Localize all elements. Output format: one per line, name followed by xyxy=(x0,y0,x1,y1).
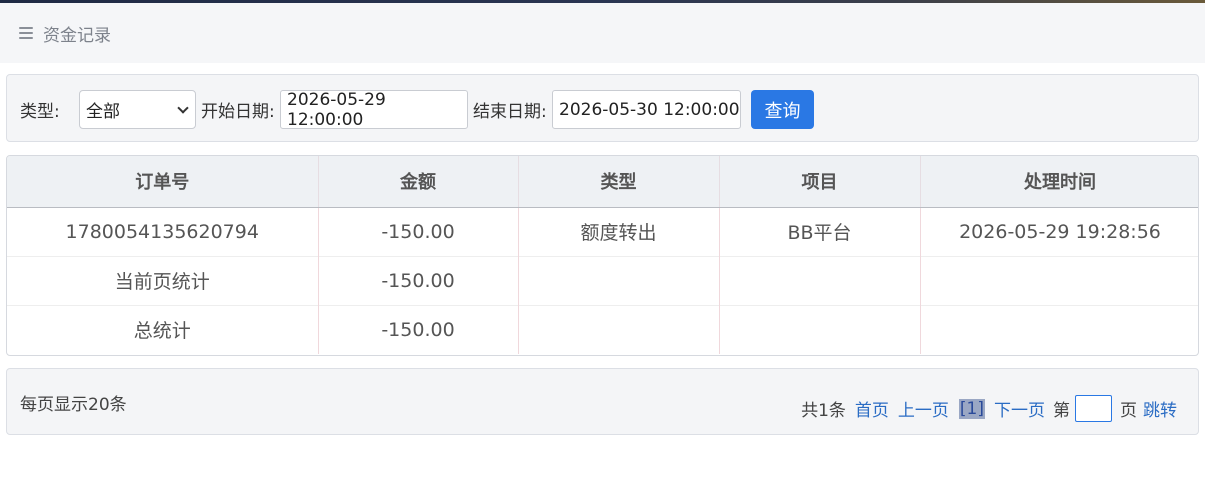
table-header-row: 订单号 金额 类型 项目 处理时间 xyxy=(7,156,1198,208)
start-date-label: 开始日期: xyxy=(201,102,275,122)
per-page-text: 每页显示20条 xyxy=(20,395,127,415)
header-project: 项目 xyxy=(719,156,921,208)
next-page-link[interactable]: 下一页 xyxy=(994,396,1045,421)
page-number-input[interactable] xyxy=(1075,395,1112,422)
records-table: 订单号 金额 类型 项目 处理时间 1780054135620794 -150.… xyxy=(6,155,1199,356)
header-process-time: 处理时间 xyxy=(920,156,1198,208)
first-page-link[interactable]: 首页 xyxy=(855,396,889,421)
cell-total-label: 总统计 xyxy=(7,304,319,354)
page-title: 资金记录 xyxy=(43,25,111,46)
cell-order-no: 1780054135620794 xyxy=(7,207,319,256)
cell-empty xyxy=(920,255,1198,305)
goto-prefix: 第 xyxy=(1053,401,1070,421)
type-label: 类型: xyxy=(20,102,60,122)
table-row: 1780054135620794 -150.00 额度转出 BB平台 2026-… xyxy=(7,207,1198,256)
jump-link[interactable]: 跳转 xyxy=(1143,396,1177,421)
end-date-label: 结束日期: xyxy=(473,102,547,122)
cell-empty xyxy=(518,255,720,305)
header-amount: 金额 xyxy=(318,156,519,208)
filter-panel: 类型: 全部 开始日期: 2026-05-29 12:00:00 结束日期: 2… xyxy=(6,74,1199,142)
total-count: 共1条 xyxy=(801,401,846,421)
cell-summary-label: 当前页统计 xyxy=(7,255,319,305)
menu-icon[interactable] xyxy=(19,27,33,39)
cell-total-amount: -150.00 xyxy=(318,304,519,354)
page-header: 资金记录 xyxy=(0,3,1205,63)
query-button[interactable]: 查询 xyxy=(751,90,814,129)
goto-suffix: 页 xyxy=(1120,401,1137,421)
header-order-no: 订单号 xyxy=(7,156,319,208)
cell-empty xyxy=(719,255,921,305)
header-type: 类型 xyxy=(518,156,720,208)
cell-empty xyxy=(920,304,1198,354)
cell-process-time: 2026-05-29 19:28:56 xyxy=(920,207,1198,256)
page-summary-row: 当前页统计 -150.00 xyxy=(7,255,1198,305)
chevron-down-icon xyxy=(177,102,189,114)
cell-empty xyxy=(518,304,720,354)
end-date-input[interactable]: 2026-05-30 12:00:00 xyxy=(552,90,741,129)
cell-summary-amount: -150.00 xyxy=(318,255,519,305)
cell-empty xyxy=(719,304,921,354)
pagination-panel: 每页显示20条 共1条 首页 上一页 [1] 下一页 第 页 跳转 xyxy=(6,368,1199,435)
total-summary-row: 总统计 -150.00 xyxy=(7,304,1198,354)
cell-type: 额度转出 xyxy=(518,207,720,256)
type-select-value: 全部 xyxy=(86,102,120,122)
cell-amount: -150.00 xyxy=(318,207,519,256)
type-select[interactable]: 全部 xyxy=(79,90,196,129)
start-date-input[interactable]: 2026-05-29 12:00:00 xyxy=(280,90,468,130)
cell-project: BB平台 xyxy=(719,207,921,256)
prev-page-link[interactable]: 上一页 xyxy=(898,396,949,421)
current-page: [1] xyxy=(958,398,985,419)
pagination: 共1条 首页 上一页 [1] 下一页 第 页 跳转 xyxy=(801,395,1177,422)
